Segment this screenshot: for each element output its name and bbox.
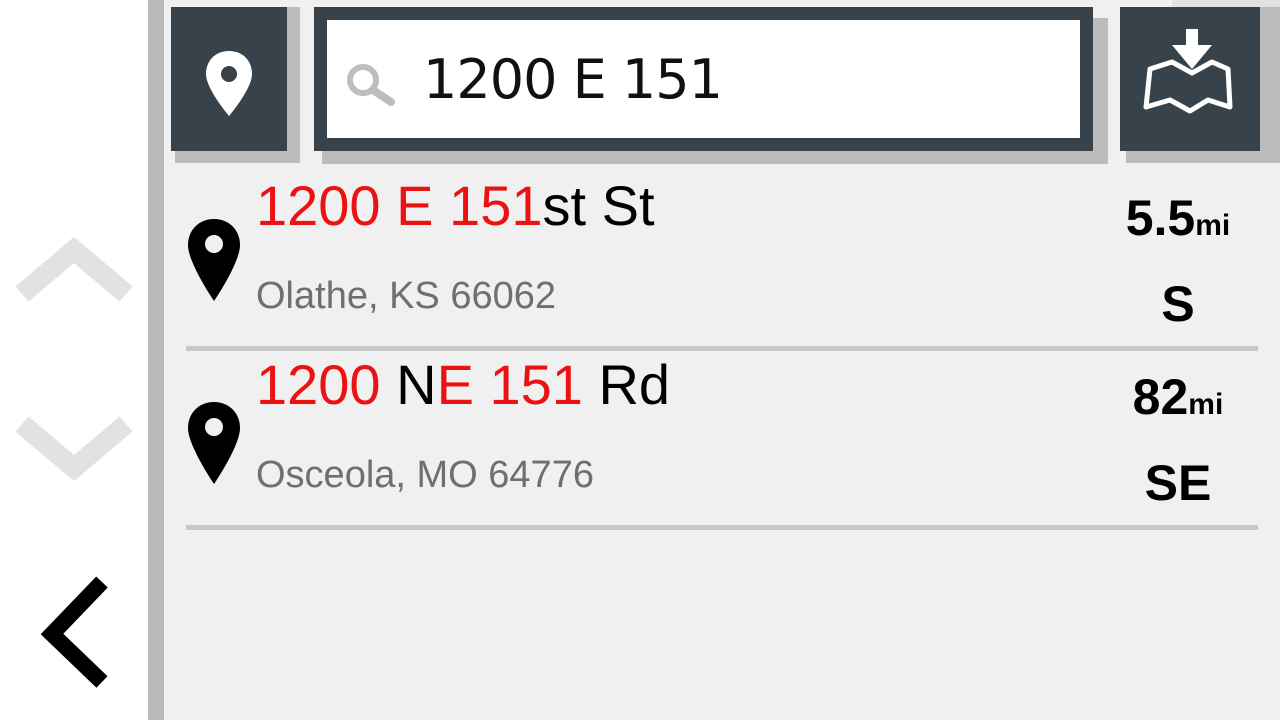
result-distance: 82mi bbox=[1098, 368, 1258, 426]
title-match: 1200 E 151 bbox=[256, 174, 543, 237]
result-title: 1200 NE 151 Rd bbox=[256, 352, 670, 417]
search-bar: 1200 E 151 bbox=[314, 7, 1093, 151]
download-map-button[interactable] bbox=[1120, 7, 1260, 151]
result-separator bbox=[186, 525, 1258, 530]
result-locality: Osceola, MO 64776 bbox=[256, 454, 594, 496]
search-field-container[interactable]: 1200 E 151 bbox=[327, 20, 1080, 138]
result-separator bbox=[186, 346, 1258, 351]
distance-value: 5.5 bbox=[1125, 190, 1196, 246]
search-input[interactable]: 1200 E 151 bbox=[423, 48, 1063, 111]
main-content: 1200 E 151 1200 E 151st St Olathe, KS 66… bbox=[164, 0, 1280, 720]
location-pin-icon bbox=[188, 219, 240, 301]
result-direction: SE bbox=[1144, 455, 1212, 511]
result-distance: 5.5mi bbox=[1098, 189, 1258, 247]
chevron-left-icon bbox=[40, 576, 108, 688]
distance-value: 82 bbox=[1132, 369, 1189, 425]
scroll-down-button[interactable] bbox=[0, 400, 148, 510]
result-item-1[interactable]: 1200 E 151st St Olathe, KS 66062 5.5mi S bbox=[186, 173, 1258, 351]
current-location-button[interactable] bbox=[171, 7, 287, 151]
chevron-down-icon bbox=[15, 416, 133, 482]
search-icon bbox=[347, 64, 395, 106]
map-download-icon bbox=[1143, 29, 1233, 114]
chevron-up-icon bbox=[15, 236, 133, 302]
result-item-2[interactable]: 1200 NE 151 Rd Osceola, MO 64776 82mi SE bbox=[186, 352, 1258, 530]
title-rest: Rd bbox=[582, 353, 671, 416]
title-match: E 151 bbox=[436, 353, 583, 416]
location-pin-icon bbox=[188, 402, 240, 484]
left-nav-panel bbox=[0, 0, 148, 720]
result-direction: S bbox=[1161, 276, 1195, 332]
title-rest: st St bbox=[542, 174, 655, 237]
title-match: 1200 bbox=[256, 353, 381, 416]
result-locality: Olathe, KS 66062 bbox=[256, 275, 556, 317]
back-button[interactable] bbox=[0, 560, 148, 700]
scroll-up-button[interactable] bbox=[0, 220, 148, 330]
result-title: 1200 E 151st St bbox=[256, 173, 655, 238]
panel-divider bbox=[148, 0, 164, 720]
distance-unit: mi bbox=[1195, 209, 1231, 242]
location-pin-icon bbox=[206, 51, 252, 116]
title-rest: N bbox=[380, 353, 437, 416]
distance-unit: mi bbox=[1188, 388, 1224, 421]
